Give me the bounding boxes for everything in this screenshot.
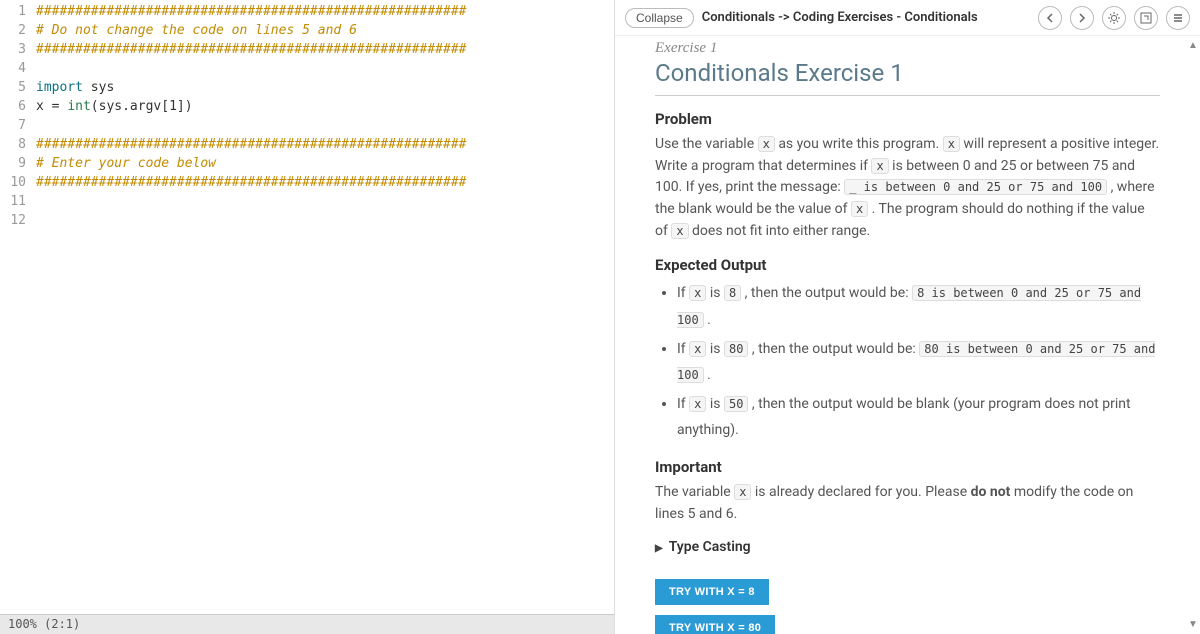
type-casting-accordion[interactable]: Type Casting bbox=[655, 539, 1160, 569]
breadcrumb: Conditionals -> Coding Exercises - Condi… bbox=[702, 10, 1030, 25]
try-x-80-button[interactable]: TRY WITH X = 80 bbox=[655, 615, 775, 634]
line-gutter: 123456789101112 bbox=[0, 2, 36, 614]
code-lines[interactable]: ########################################… bbox=[36, 2, 614, 614]
page-title: Conditionals Exercise 1 bbox=[655, 59, 1160, 87]
collapse-button[interactable]: Collapse bbox=[625, 8, 694, 28]
important-text: The variable x is already declared for y… bbox=[655, 482, 1160, 525]
menu-button[interactable] bbox=[1166, 6, 1190, 30]
menu-icon bbox=[1172, 12, 1184, 24]
problem-heading: Problem bbox=[655, 110, 1160, 128]
scroll-up-icon[interactable]: ▲ bbox=[1188, 40, 1198, 51]
editor-status-bar: 100% (2:1) bbox=[0, 614, 614, 634]
code-x: x bbox=[758, 136, 775, 152]
expected-output-list: If x is 8 , then the output would be: 8 … bbox=[677, 280, 1160, 444]
problem-text: Use the variable x as you write this pro… bbox=[655, 134, 1160, 242]
instructions-pane: Collapse Conditionals -> Coding Exercise… bbox=[615, 0, 1200, 634]
important-heading: Important bbox=[655, 458, 1160, 476]
settings-button[interactable] bbox=[1102, 6, 1126, 30]
list-item: If x is 80 , then the output would be: 8… bbox=[677, 336, 1160, 389]
prev-button[interactable] bbox=[1038, 6, 1062, 30]
code-msg: _ is between 0 and 25 or 75 and 100 bbox=[844, 179, 1107, 195]
expected-output-heading: Expected Output bbox=[655, 256, 1160, 274]
instructions-content[interactable]: ▲ Exercise 1 Conditionals Exercise 1 Pro… bbox=[615, 36, 1200, 634]
code-x: x bbox=[943, 136, 960, 152]
chevron-right-icon bbox=[1078, 13, 1086, 23]
expand-button[interactable] bbox=[1134, 6, 1158, 30]
try-x-8-button[interactable]: TRY WITH X = 8 bbox=[655, 579, 769, 605]
slide-label: Exercise 1 bbox=[655, 40, 1160, 57]
title-rule bbox=[655, 95, 1160, 96]
code-x: x bbox=[871, 158, 888, 174]
next-button[interactable] bbox=[1070, 6, 1094, 30]
gear-icon bbox=[1107, 11, 1121, 25]
code-x: x bbox=[851, 201, 868, 217]
list-item: If x is 50 , then the output would be bl… bbox=[677, 391, 1160, 444]
list-item: If x is 8 , then the output would be: 8 … bbox=[677, 280, 1160, 333]
type-casting-summary[interactable]: Type Casting bbox=[655, 539, 1160, 555]
chevron-left-icon bbox=[1046, 13, 1054, 23]
code-area[interactable]: 123456789101112 ########################… bbox=[0, 0, 614, 614]
code-x: x bbox=[671, 223, 688, 239]
expand-icon bbox=[1140, 12, 1152, 24]
scroll-down-icon[interactable]: ▼ bbox=[1188, 619, 1198, 630]
top-bar: Collapse Conditionals -> Coding Exercise… bbox=[615, 0, 1200, 36]
code-editor-pane: 123456789101112 ########################… bbox=[0, 0, 615, 634]
